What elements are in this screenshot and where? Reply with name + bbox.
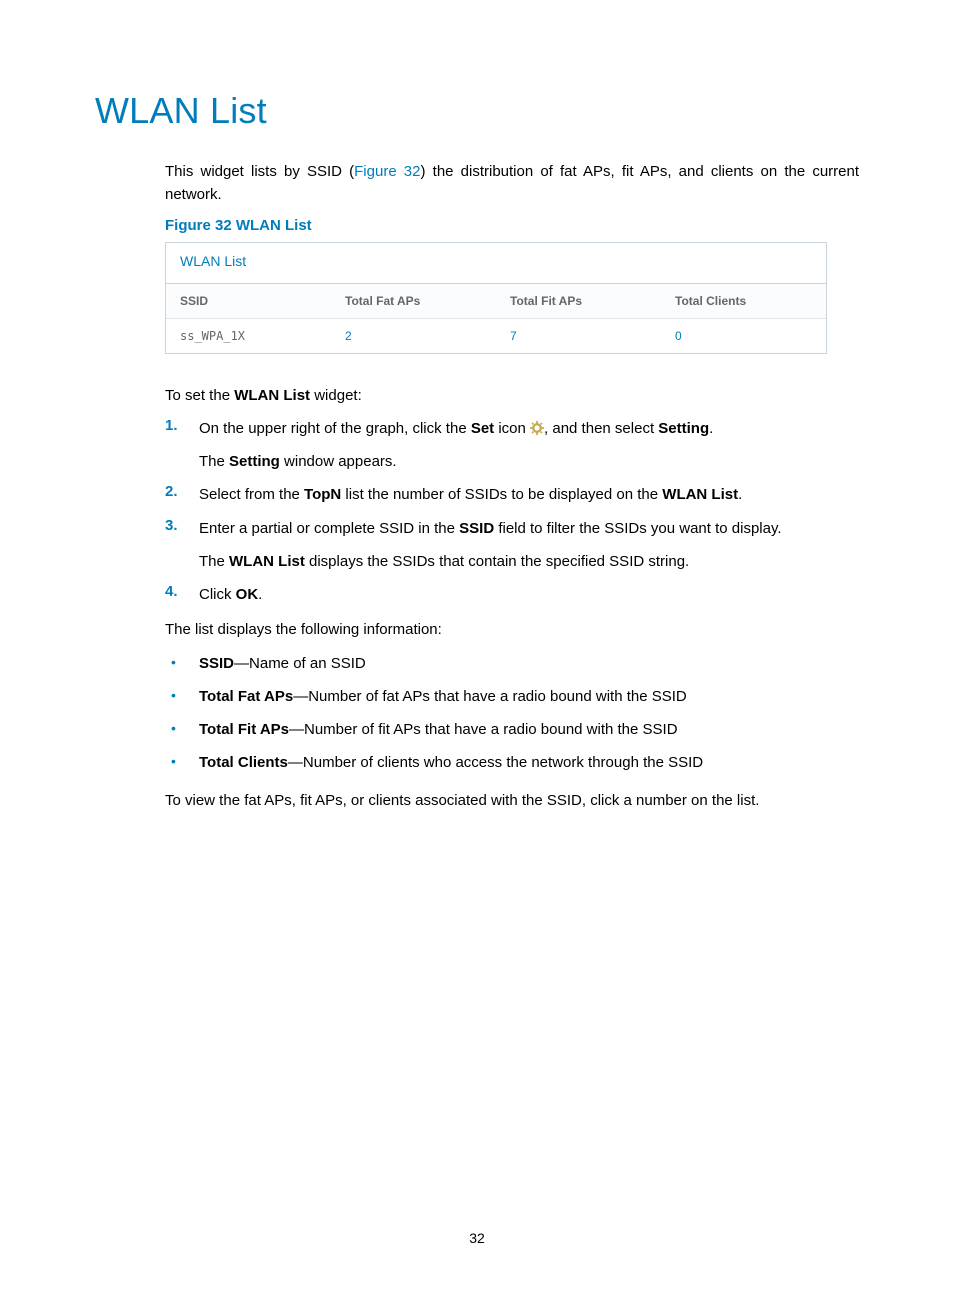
step-text: On the upper right of the graph, click t… [199, 417, 859, 440]
b2-d: —Number of fat APs that have a radio bou… [293, 688, 687, 705]
table-header-row: SSID Total Fat APs Total Fit APs Total C… [166, 284, 826, 319]
intro-text-a: This widget lists by SSID ( [165, 163, 354, 180]
bullet-icon: • [165, 652, 199, 673]
s1-sub-a: The [199, 453, 229, 470]
s1-e: Setting [658, 420, 709, 437]
bullet-text: SSID—Name of an SSID [199, 652, 859, 675]
b1-t: SSID [199, 655, 234, 672]
cell-ssid: ss_WPA_1X [166, 318, 331, 353]
bullet-icon: • [165, 751, 199, 772]
s2-a: Select from the [199, 486, 304, 503]
step-text: Enter a partial or complete SSID in the … [199, 517, 859, 540]
s4-c: . [258, 586, 262, 603]
s3-b: SSID [459, 520, 494, 537]
s3-a: Enter a partial or complete SSID in the [199, 520, 459, 537]
figure-caption: Figure 32 WLAN List [165, 217, 859, 234]
cell-fit: 7 [496, 318, 661, 353]
s1-sub-c: window appears. [280, 453, 397, 470]
list-item: • Total Clients—Number of clients who ac… [165, 751, 859, 774]
s1-a: On the upper right of the graph, click t… [199, 420, 471, 437]
gear-icon [530, 421, 544, 435]
s2-e: . [738, 486, 742, 503]
page-content: This widget lists by SSID (Figure 32) th… [165, 160, 859, 812]
s3-sub-c: displays the SSIDs that contain the spec… [305, 553, 689, 570]
step-3: 3. Enter a partial or complete SSID in t… [165, 517, 859, 540]
col-fit: Total Fit APs [496, 284, 661, 319]
step-text: Select from the TopN list the number of … [199, 483, 859, 506]
b3-t: Total Fit APs [199, 721, 289, 738]
s3-sub-a: The [199, 553, 229, 570]
b3-d: —Number of fit APs that have a radio bou… [289, 721, 678, 738]
s2-c: list the number of SSIDs to be displayed… [341, 486, 662, 503]
b2-t: Total Fat APs [199, 688, 293, 705]
bullet-text: Total Fat APs—Number of fat APs that hav… [199, 685, 859, 708]
step-num: 2. [165, 483, 199, 500]
s2-b: TopN [304, 486, 341, 503]
s1-f: . [709, 420, 713, 437]
b1-d: —Name of an SSID [234, 655, 366, 672]
list-intro: The list displays the following informat… [165, 618, 859, 641]
intro-paragraph: This widget lists by SSID (Figure 32) th… [165, 160, 859, 207]
closing-paragraph: To view the fat APs, fit APs, or clients… [165, 789, 859, 812]
cell-fat: 2 [331, 318, 496, 353]
page-title: WLAN List [95, 90, 859, 132]
list-item: • Total Fat APs—Number of fat APs that h… [165, 685, 859, 708]
step-text: Click OK. [199, 583, 859, 606]
step-1-sub: The Setting window appears. [199, 450, 859, 473]
b4-d: —Number of clients who access the networ… [288, 754, 703, 771]
s3-c: field to filter the SSIDs you want to di… [494, 520, 781, 537]
s2-d: WLAN List [662, 486, 738, 503]
clients-link[interactable]: 0 [675, 329, 682, 343]
s4-a: Click [199, 586, 236, 603]
bullet-list: • SSID—Name of an SSID • Total Fat APs—N… [165, 652, 859, 775]
col-fat: Total Fat APs [331, 284, 496, 319]
figure-link[interactable]: Figure 32 [354, 163, 420, 180]
col-ssid: SSID [166, 284, 331, 319]
bullet-text: Total Clients—Number of clients who acce… [199, 751, 859, 774]
set-intro-c: widget: [310, 387, 362, 404]
s1-c: icon [494, 420, 530, 437]
step-1: 1. On the upper right of the graph, clic… [165, 417, 859, 440]
step-num: 1. [165, 417, 199, 434]
set-intro-b: WLAN List [234, 387, 310, 404]
step-3-sub: The WLAN List displays the SSIDs that co… [199, 550, 859, 573]
wlan-list-widget: WLAN List SSID Total Fat APs Total Fit A… [165, 242, 827, 354]
fat-link[interactable]: 2 [345, 329, 352, 343]
cell-clients: 0 [661, 318, 826, 353]
step-num: 3. [165, 517, 199, 534]
set-intro: To set the WLAN List widget: [165, 384, 859, 407]
bullet-icon: • [165, 718, 199, 739]
page-number: 32 [0, 1230, 954, 1246]
s1-sub-b: Setting [229, 453, 280, 470]
set-intro-a: To set the [165, 387, 234, 404]
numbered-steps: 1. On the upper right of the graph, clic… [165, 417, 859, 607]
col-clients: Total Clients [661, 284, 826, 319]
list-item: • SSID—Name of an SSID [165, 652, 859, 675]
step-num: 4. [165, 583, 199, 600]
widget-title: WLAN List [166, 243, 826, 284]
fit-link[interactable]: 7 [510, 329, 517, 343]
page-container: WLAN List This widget lists by SSID (Fig… [0, 0, 954, 1296]
list-item: • Total Fit APs—Number of fit APs that h… [165, 718, 859, 741]
s1-d: , and then select [544, 420, 658, 437]
s1-b: Set [471, 420, 494, 437]
s4-b: OK [236, 586, 259, 603]
s3-sub-b: WLAN List [229, 553, 305, 570]
bullet-icon: • [165, 685, 199, 706]
step-4: 4. Click OK. [165, 583, 859, 606]
wlan-table: SSID Total Fat APs Total Fit APs Total C… [166, 284, 826, 353]
step-2: 2. Select from the TopN list the number … [165, 483, 859, 506]
bullet-text: Total Fit APs—Number of fit APs that hav… [199, 718, 859, 741]
table-row: ss_WPA_1X 2 7 0 [166, 318, 826, 353]
b4-t: Total Clients [199, 754, 288, 771]
